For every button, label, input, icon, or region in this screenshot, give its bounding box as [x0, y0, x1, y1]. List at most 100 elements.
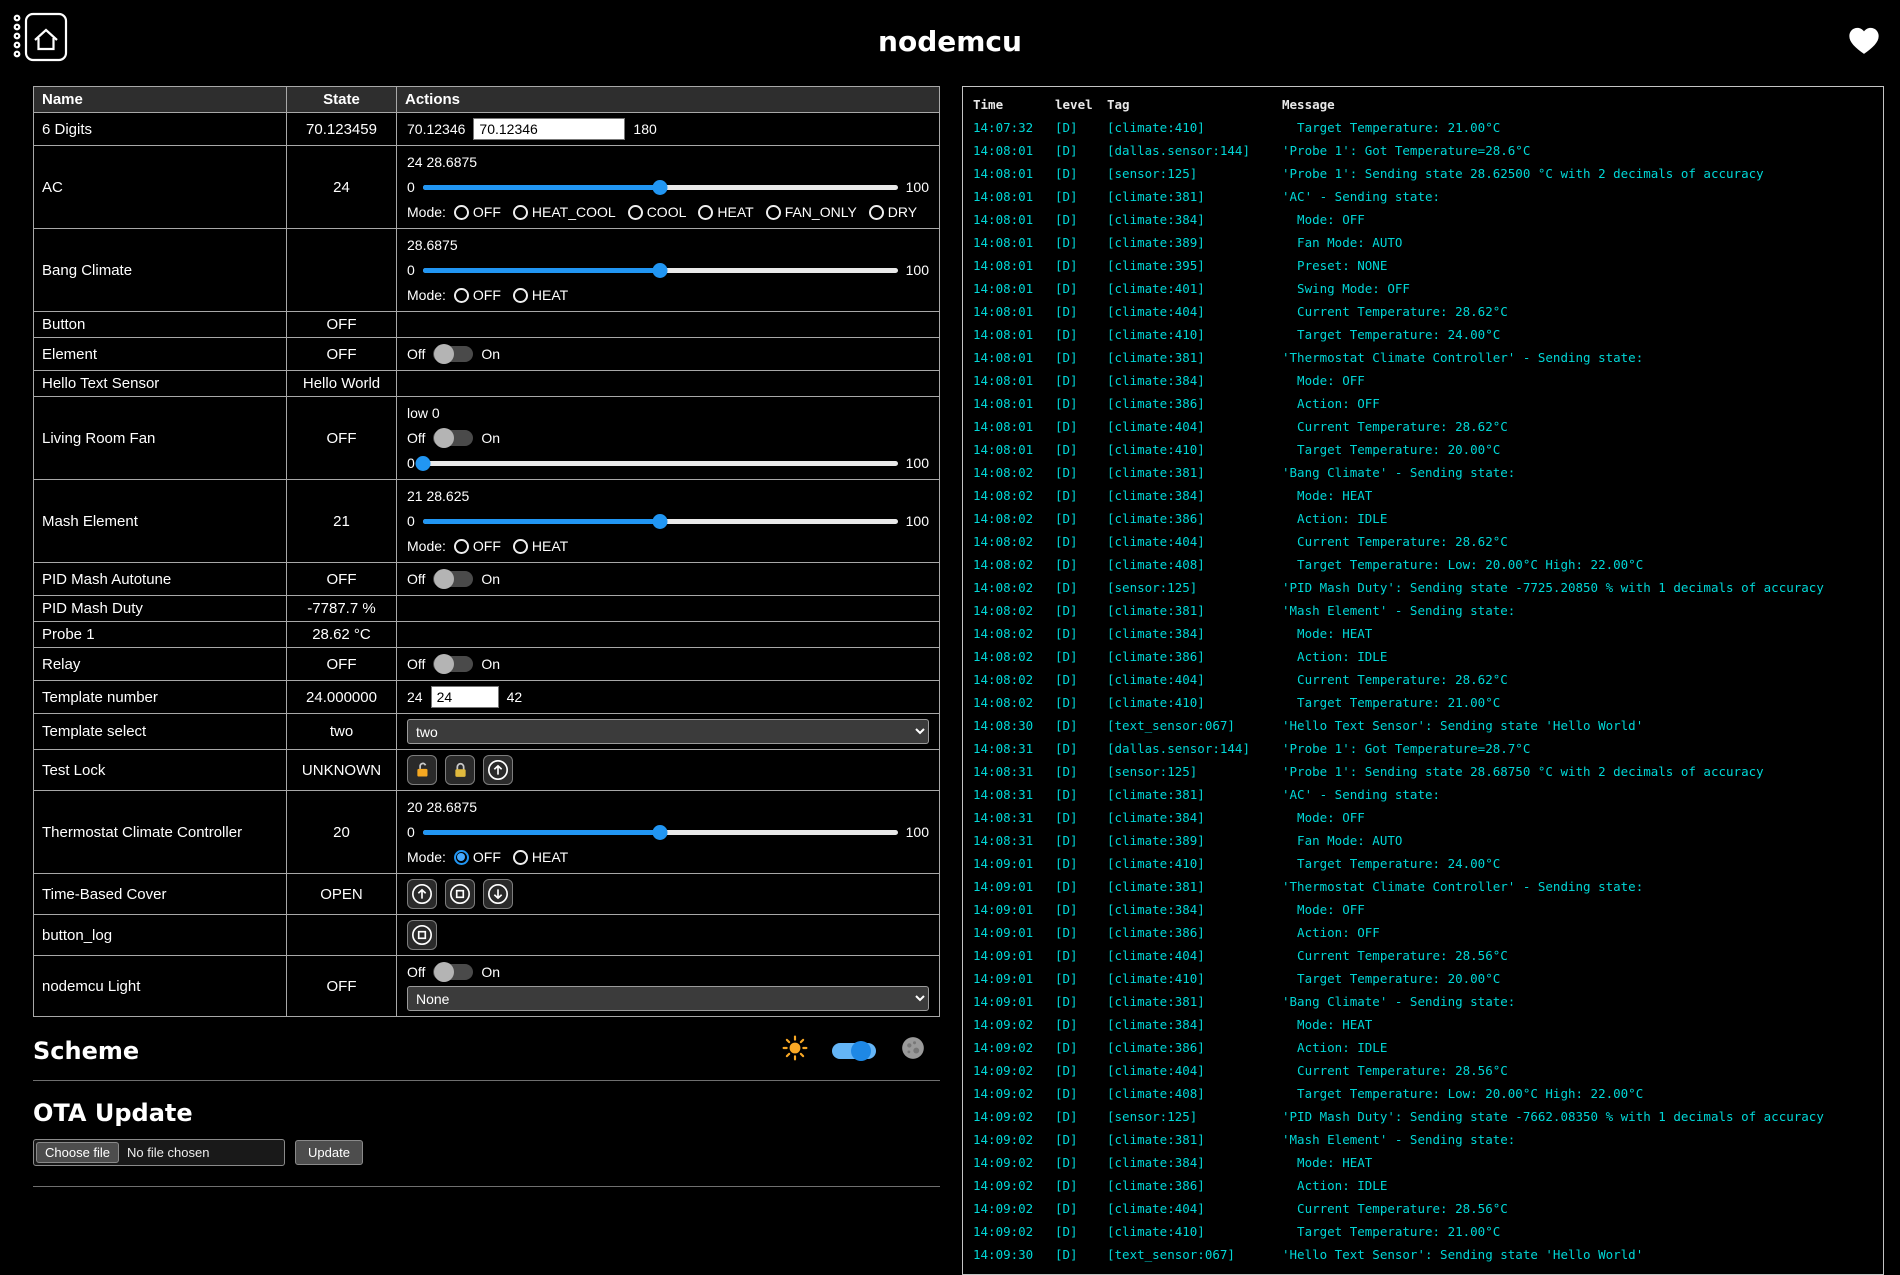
entity-state: 20 [287, 791, 397, 874]
log-time: 14:08:02 [973, 553, 1055, 576]
log-line: 14:09:02[D][climate:384] Mode: HEAT [973, 1151, 1873, 1174]
log-time: 14:09:02 [973, 1197, 1055, 1220]
log-tag: [climate:384] [1107, 208, 1282, 231]
log-level: [D] [1055, 530, 1107, 553]
table-row: Time-Based CoverOPEN [34, 874, 940, 915]
log-level: [D] [1055, 1243, 1107, 1266]
slider[interactable] [423, 822, 898, 842]
number-input[interactable] [431, 686, 499, 708]
toggle-switch[interactable] [433, 430, 473, 446]
log-level: [D] [1055, 714, 1107, 737]
slider-fill [423, 268, 660, 273]
slider[interactable] [423, 260, 898, 280]
slider-thumb[interactable] [653, 180, 668, 195]
arrow-up-icon-button[interactable] [483, 755, 513, 785]
stop-icon [449, 883, 471, 905]
log-message: Target Temperature: 21.00°C [1282, 1220, 1873, 1243]
slider-thumb[interactable] [415, 456, 430, 471]
stop-icon-button[interactable] [407, 920, 437, 950]
unlock-icon-button[interactable] [407, 755, 437, 785]
log-message: 'PID Mash Duty': Sending state -7662.083… [1282, 1105, 1873, 1128]
log-level: [D] [1055, 300, 1107, 323]
log-level: [D] [1055, 1013, 1107, 1036]
log-tag: [climate:381] [1107, 346, 1282, 369]
table-row: RelayOFFOffOn [34, 648, 940, 681]
radio-cool[interactable]: COOL [628, 204, 687, 220]
arrow-up-icon-button[interactable] [407, 879, 437, 909]
radio-off[interactable]: OFF [454, 849, 501, 865]
number-input[interactable] [473, 118, 625, 140]
log-line: 14:09:01[D][climate:410] Target Temperat… [973, 967, 1873, 990]
toggle-switch[interactable] [433, 571, 473, 587]
action-line [407, 879, 929, 909]
radio-off[interactable]: OFF [454, 287, 501, 303]
log-line: 14:09:01[D][climate:381]'Thermostat Clim… [973, 875, 1873, 898]
slider-thumb[interactable] [653, 263, 668, 278]
toggle-switch[interactable] [433, 346, 473, 362]
action-text: 0 [407, 455, 415, 471]
scheme-toggle[interactable] [832, 1043, 876, 1059]
log-message: Target Temperature: 21.00°C [1282, 116, 1873, 139]
entity-actions: OffOn [397, 338, 940, 371]
radio-heat[interactable]: HEAT [513, 538, 568, 554]
log-line: 14:08:02[D][climate:381]'Bang Climate' -… [973, 461, 1873, 484]
slider-thumb[interactable] [653, 514, 668, 529]
select-input[interactable]: None [407, 986, 929, 1011]
log-time: 14:08:01 [973, 323, 1055, 346]
toggle-switch[interactable] [433, 656, 473, 672]
radio-off[interactable]: OFF [454, 204, 501, 220]
entity-name: nodemcu Light [34, 956, 287, 1017]
select-input[interactable]: two [407, 719, 929, 744]
slider-fill [423, 830, 660, 835]
radio-off[interactable]: OFF [454, 538, 501, 554]
choose-file-button[interactable]: Choose file [36, 1142, 119, 1163]
action-text: On [481, 346, 500, 362]
slider[interactable] [423, 511, 898, 531]
lock-icon-button[interactable] [445, 755, 475, 785]
log-level: [D] [1055, 162, 1107, 185]
slider[interactable] [423, 453, 898, 473]
entity-name: 6 Digits [34, 113, 287, 146]
toggle-switch[interactable] [433, 964, 473, 980]
radio-fan_only[interactable]: FAN_ONLY [766, 204, 857, 220]
arrow-down-icon-button[interactable] [483, 879, 513, 909]
log-header: Time level Tag Message [973, 93, 1873, 116]
log-tag: [climate:386] [1107, 1036, 1282, 1059]
entity-actions: 20 28.68750100Mode:OFFHEAT [397, 791, 940, 874]
log-message: 'Mash Element' - Sending state: [1282, 599, 1873, 622]
log-time: 14:08:30 [973, 714, 1055, 737]
slider[interactable] [423, 177, 898, 197]
log-level: [D] [1055, 576, 1107, 599]
log-tag: [climate:410] [1107, 967, 1282, 990]
log-tag: [climate:386] [1107, 1174, 1282, 1197]
entity-state: 24 [287, 146, 397, 229]
log-level: [D] [1055, 1105, 1107, 1128]
heart-icon[interactable] [1848, 26, 1880, 61]
log-level: [D] [1055, 737, 1107, 760]
log-line: 14:08:02[D][climate:381]'Mash Element' -… [973, 599, 1873, 622]
action-text: 70.12346 [407, 121, 465, 137]
radio-dry[interactable]: DRY [869, 204, 917, 220]
radio-heat[interactable]: HEAT [698, 204, 753, 220]
log-line: 14:09:30[D][text_sensor:067]'Hello Text … [973, 1243, 1873, 1266]
esphome-logo[interactable] [10, 8, 70, 71]
log-tag: [dallas.sensor:144] [1107, 737, 1282, 760]
file-input[interactable]: Choose file No file chosen [33, 1139, 285, 1166]
stop-icon-button[interactable] [445, 879, 475, 909]
slider-thumb[interactable] [653, 825, 668, 840]
radio-heat[interactable]: HEAT [513, 287, 568, 303]
log-line: 14:08:02[D][climate:408] Target Temperat… [973, 553, 1873, 576]
toggle-knob [434, 569, 454, 589]
table-row: ElementOFFOffOn [34, 338, 940, 371]
log-level: [D] [1055, 254, 1107, 277]
log-time: 14:08:31 [973, 829, 1055, 852]
update-button[interactable]: Update [295, 1140, 363, 1165]
toggle-knob [434, 654, 454, 674]
log-message: 'Thermostat Climate Controller' - Sendin… [1282, 875, 1873, 898]
entity-state: OFF [287, 338, 397, 371]
action-line: 20 28.6875 [407, 796, 929, 818]
radio-heat[interactable]: HEAT [513, 849, 568, 865]
radio-heat_cool[interactable]: HEAT_COOL [513, 204, 616, 220]
log-tag: [text_sensor:067] [1107, 714, 1282, 737]
action-line: Mode:OFFHEAT [407, 284, 929, 306]
